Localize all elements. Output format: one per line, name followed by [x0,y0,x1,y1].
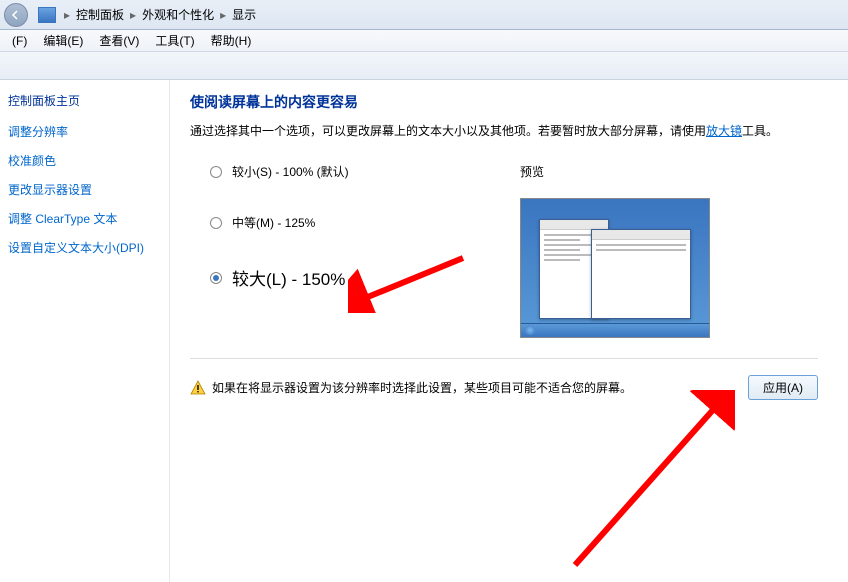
radio-option-medium[interactable]: 中等(M) - 125% [210,214,520,231]
sidebar-link-dpi[interactable]: 设置自定义文本大小(DPI) [8,239,161,256]
menu-edit[interactable]: 编辑(E) [35,32,91,49]
divider [190,358,818,359]
breadcrumb-item[interactable]: 外观和个性化 [140,6,216,23]
preview-image [520,198,710,338]
magnifier-link[interactable]: 放大镜 [706,124,742,138]
sidebar-link-resolution[interactable]: 调整分辨率 [8,123,161,140]
radio-option-large[interactable]: 较大(L) - 150% [210,265,520,290]
main-panel: 使阅读屏幕上的内容更容易 通过选择其中一个选项，可以更改屏幕上的文本大小以及其他… [170,80,848,582]
sidebar: 控制面板主页 调整分辨率 校准颜色 更改显示器设置 调整 ClearType 文… [0,80,170,582]
warning-icon [190,380,206,396]
breadcrumb-item[interactable]: 控制面板 [74,6,126,23]
breadcrumb[interactable]: ▸ 控制面板 ▸ 外观和个性化 ▸ 显示 [60,6,258,23]
radio-option-small[interactable]: 较小(S) - 100% (默认) [210,163,520,180]
preview-label: 预览 [520,163,818,180]
radio-icon [210,166,222,178]
sidebar-link-cleartype[interactable]: 调整 ClearType 文本 [8,210,161,227]
toolbar [0,52,848,80]
chevron-right-icon: ▸ [60,8,74,22]
nav-back-button[interactable] [4,3,28,27]
apply-button[interactable]: 应用(A) [748,375,818,400]
menu-file[interactable]: (F) [4,34,35,48]
radio-icon-checked [210,272,222,284]
radio-label: 中等(M) - 125% [232,214,315,231]
chevron-right-icon: ▸ [216,8,230,22]
menu-view[interactable]: 查看(V) [91,32,147,49]
menu-tools[interactable]: 工具(T) [147,32,202,49]
menu-help[interactable]: 帮助(H) [203,32,260,49]
sidebar-title[interactable]: 控制面板主页 [8,92,161,109]
titlebar: ▸ 控制面板 ▸ 外观和个性化 ▸ 显示 [0,0,848,30]
preview-window-icon [591,229,691,319]
page-heading: 使阅读屏幕上的内容更容易 [190,92,818,112]
preview-taskbar-icon [521,323,709,337]
radio-label: 较小(S) - 100% (默认) [232,163,349,180]
page-description: 通过选择其中一个选项，可以更改屏幕上的文本大小以及其他项。若要暂时放大部分屏幕，… [190,122,818,141]
monitor-icon [38,7,56,23]
radio-label: 较大(L) - 150% [232,265,345,290]
menubar: (F) 编辑(E) 查看(V) 工具(T) 帮助(H) [0,30,848,52]
warning-text: 如果在将显示器设置为该分辨率时选择此设置，某些项目可能不适合您的屏幕。 [212,379,632,396]
breadcrumb-item[interactable]: 显示 [230,6,258,23]
chevron-right-icon: ▸ [126,8,140,22]
sidebar-link-color[interactable]: 校准颜色 [8,152,161,169]
radio-icon [210,217,222,229]
sidebar-link-display[interactable]: 更改显示器设置 [8,181,161,198]
